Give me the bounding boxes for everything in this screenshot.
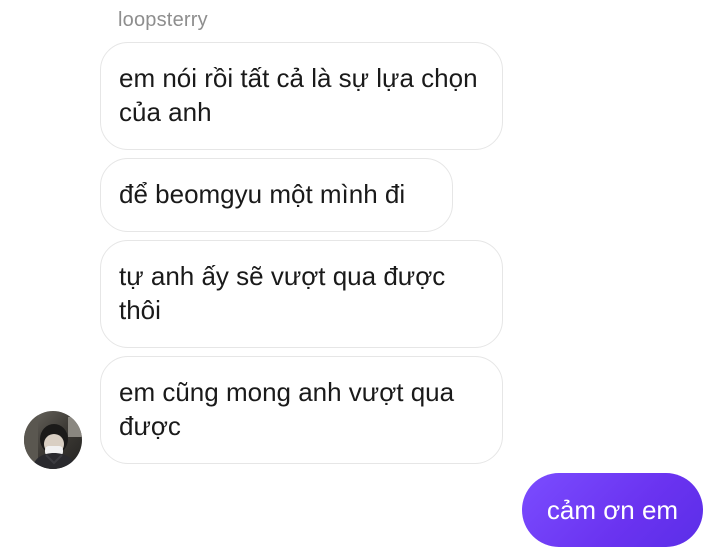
sender-name: loopsterry [118, 9, 208, 31]
incoming-message-bubble[interactable]: em nói rồi tất cả là sự lựa chọn của anh [100, 42, 503, 150]
outgoing-message-bubble[interactable]: cảm ơn em [522, 473, 703, 547]
message-text: cảm ơn em [546, 495, 679, 525]
message-text: em cũng mong anh vượt qua được [119, 377, 455, 441]
avatar-photo-icon [24, 411, 82, 469]
incoming-message-bubble[interactable]: để beomgyu một mình đi [100, 158, 453, 232]
sender-avatar[interactable] [24, 411, 82, 469]
incoming-message-bubble[interactable]: em cũng mong anh vượt qua được [100, 356, 503, 464]
message-text: để beomgyu một mình đi [119, 179, 406, 209]
message-text: tự anh ấy sẽ vượt qua được thôi [119, 261, 446, 325]
message-text: em nói rồi tất cả là sự lựa chọn của anh [119, 63, 478, 127]
incoming-message-bubble[interactable]: tự anh ấy sẽ vượt qua được thôi [100, 240, 503, 348]
